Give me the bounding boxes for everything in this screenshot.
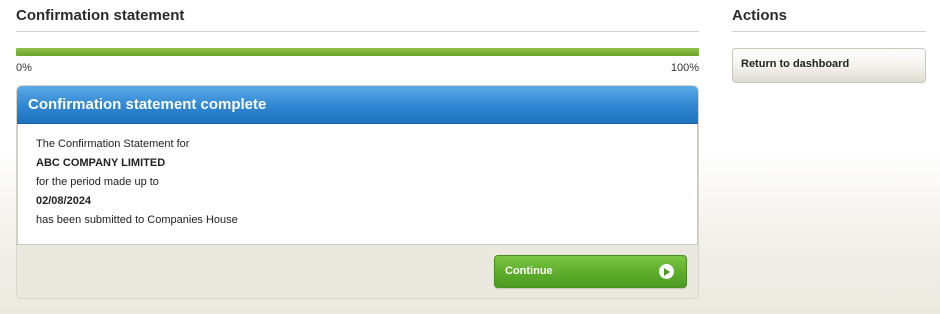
- page-title: Confirmation statement: [16, 0, 699, 32]
- main-content: Confirmation statement 0% 100% Confirmat…: [16, 0, 699, 299]
- arrow-right-circle-icon: [659, 264, 674, 279]
- actions-sidebar: Actions Return to dashboard: [732, 0, 926, 83]
- intro-text: The Confirmation Statement for: [36, 138, 190, 150]
- progress-bar: [16, 48, 699, 56]
- continue-button[interactable]: Continue: [494, 255, 687, 288]
- panel-header: Confirmation statement complete: [17, 86, 698, 124]
- return-to-dashboard-button[interactable]: Return to dashboard: [732, 48, 926, 83]
- page: Confirmation statement 0% 100% Confirmat…: [0, 0, 940, 314]
- panel-body: The Confirmation Statement for ABC COMPA…: [17, 124, 698, 245]
- progress-end-label: 100%: [670, 62, 699, 74]
- company-name: ABC COMPANY LIMITED: [36, 157, 166, 169]
- progress-start-label: 0%: [16, 62, 32, 74]
- actions-title: Actions: [732, 0, 926, 32]
- progress-bar-fill: [16, 48, 699, 56]
- period-date: 02/08/2024: [36, 195, 92, 207]
- confirmation-panel: Confirmation statement complete The Conf…: [16, 85, 699, 299]
- panel-footer: Continue: [17, 245, 698, 298]
- submitted-text: has been submitted to Companies House: [36, 214, 238, 226]
- continue-button-label: Continue: [505, 265, 553, 277]
- period-text: for the period made up to: [36, 176, 159, 188]
- progress-labels: 0% 100%: [16, 62, 699, 74]
